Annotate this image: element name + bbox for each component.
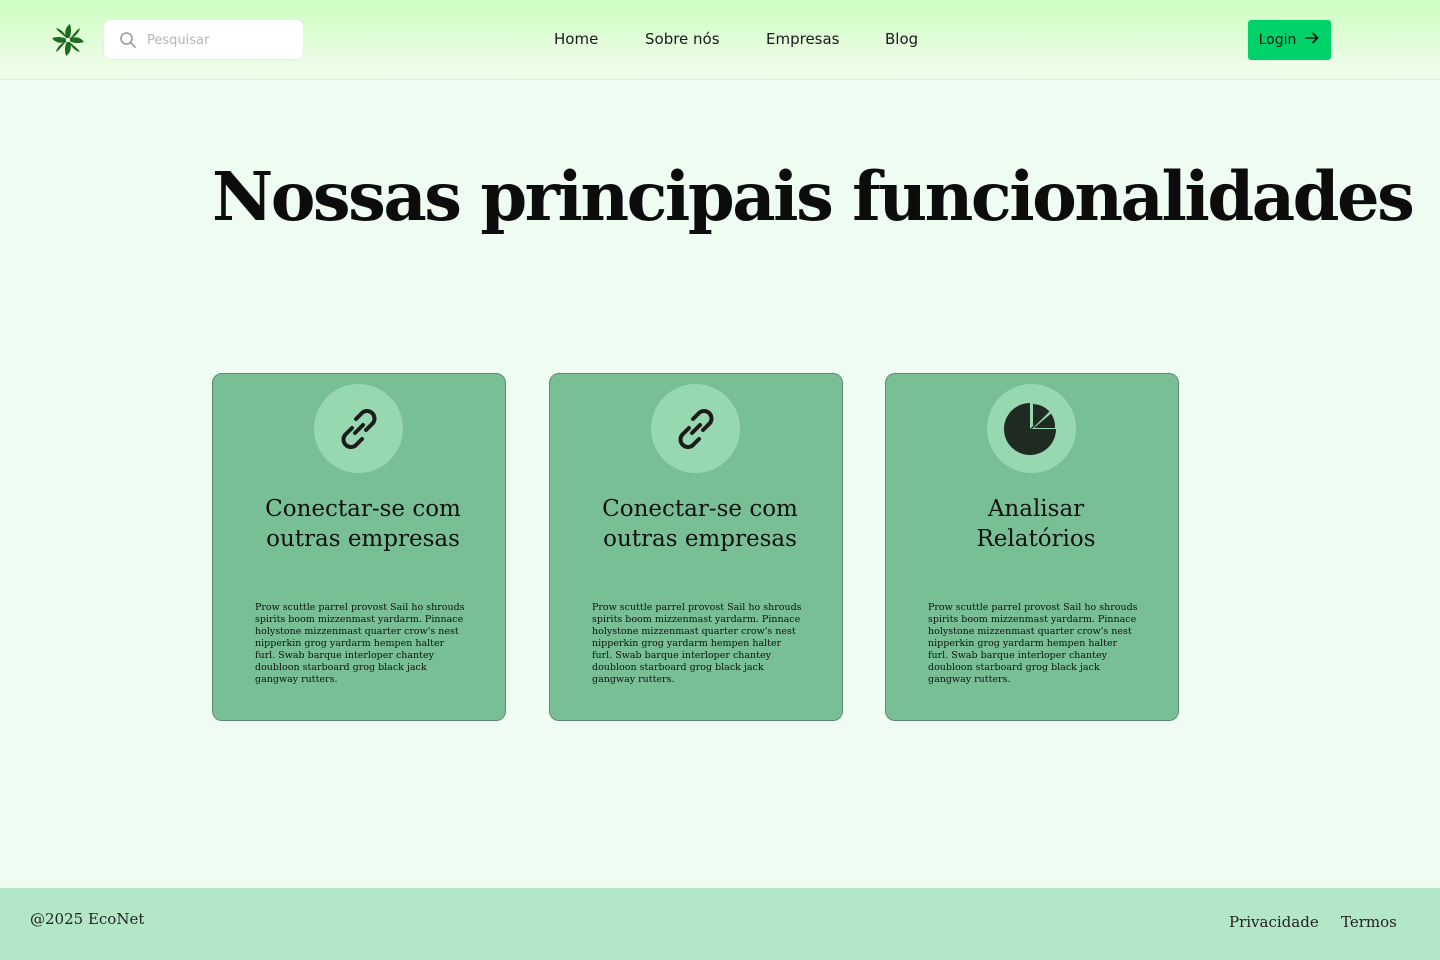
footer-link-privacidade[interactable]: Privacidade <box>1229 913 1319 931</box>
search-icon <box>119 31 137 49</box>
login-label: Login <box>1258 32 1297 48</box>
nav-blog[interactable]: Blog <box>885 30 918 48</box>
feature-card-connect-2: Conectar-se com outras empresas Prow scu… <box>549 373 843 721</box>
arrow-right-icon <box>1304 30 1320 50</box>
nav-sobre-nos[interactable]: Sobre nós <box>645 30 720 48</box>
link-icon <box>314 384 403 473</box>
nav-empresas[interactable]: Empresas <box>766 30 840 48</box>
feature-title: Conectar-se com outras empresas <box>265 496 461 552</box>
feature-card-reports: Analisar Relatórios Prow scuttle parrel … <box>885 373 1179 721</box>
feature-title: Analisar Relatórios <box>976 496 1096 552</box>
nav-home[interactable]: Home <box>554 30 598 48</box>
site-header: Home Sobre nós Empresas Blog Login <box>0 0 1440 80</box>
search-box[interactable] <box>104 20 303 59</box>
link-icon <box>651 384 740 473</box>
page-title: Nossas principais funcionalidades <box>212 157 1415 236</box>
pinwheel-logo-icon[interactable] <box>50 22 86 58</box>
search-input[interactable] <box>145 29 299 51</box>
feature-description: Prow scuttle parrel provost Sail ho shro… <box>592 602 802 685</box>
login-button[interactable]: Login <box>1248 20 1331 60</box>
copyright-text: @2025 EcoNet <box>30 910 145 928</box>
site-footer: @2025 EcoNet Privacidade Termos <box>0 888 1440 960</box>
feature-description: Prow scuttle parrel provost Sail ho shro… <box>928 602 1138 685</box>
pie-chart-icon <box>987 384 1076 473</box>
feature-description: Prow scuttle parrel provost Sail ho shro… <box>255 602 465 685</box>
feature-card-connect: Conectar-se com outras empresas Prow scu… <box>212 373 506 721</box>
feature-title: Conectar-se com outras empresas <box>602 496 798 552</box>
footer-link-termos[interactable]: Termos <box>1341 913 1397 931</box>
